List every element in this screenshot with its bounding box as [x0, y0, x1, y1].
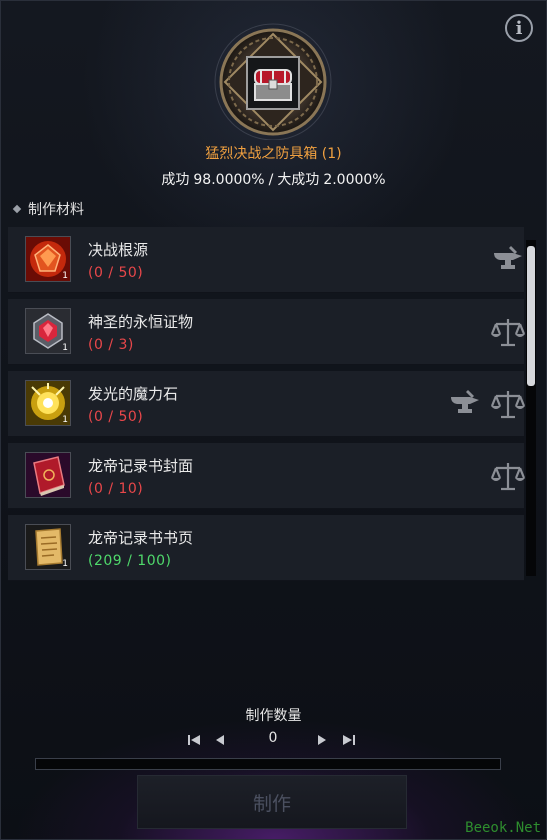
material-quantity: (0 / 50)	[88, 409, 144, 425]
stack-count: 1	[62, 415, 68, 425]
material-name: 神圣的永恒证物	[88, 313, 194, 331]
scale-icon[interactable]	[491, 387, 525, 421]
craft-progress-bar	[35, 758, 501, 770]
red-crystal-icon[interactable]: 1	[25, 236, 71, 282]
material-quantity: (0 / 50)	[88, 265, 144, 281]
material-name: 发光的魔力石	[88, 385, 179, 403]
success-rate: 成功 98.0000% / 大成功 2.0000%	[0, 169, 547, 189]
great-success-rate-value: 2.0000%	[323, 172, 386, 188]
great-success-label: 大成功	[277, 172, 320, 188]
anvil-icon[interactable]	[448, 387, 482, 421]
item-emblem	[214, 23, 332, 140]
material-name: 龙帝记录书封面	[88, 457, 194, 475]
material-quantity: (0 / 10)	[88, 481, 144, 497]
increase-icon[interactable]	[314, 732, 330, 748]
skip-to-min-icon[interactable]	[186, 732, 202, 748]
craft-quantity-label: 制作数量	[245, 708, 302, 724]
material-name: 决战根源	[88, 241, 149, 259]
scale-icon[interactable]	[491, 459, 525, 493]
info-icon[interactable]: i	[505, 14, 533, 42]
materials-list: 1 决战根源 (0 / 50) 1 神圣的永恒证物 (0 / 3) 1 发光的魔…	[8, 227, 525, 587]
material-row-2[interactable]: 1 神圣的永恒证物 (0 / 3)	[8, 299, 525, 365]
stack-count: 1	[62, 271, 68, 281]
material-row-3[interactable]: 1 发光的魔力石 (0 / 50)	[8, 371, 525, 437]
item-name: 猛烈决战之防具箱 (1)	[205, 146, 342, 162]
ruby-gem-icon[interactable]: 1	[25, 308, 71, 354]
materials-title: 制作材料	[28, 202, 84, 218]
craft-button[interactable]: 制作	[137, 775, 407, 829]
watermark: Beeok.Net	[465, 820, 541, 836]
glowing-stone-icon[interactable]: 1	[25, 380, 71, 426]
rate-separator: /	[268, 172, 274, 188]
materials-section-title: 制作材料	[12, 199, 84, 219]
scrollbar-thumb[interactable]	[527, 246, 535, 386]
skip-to-max-icon[interactable]	[341, 732, 357, 748]
material-quantity: (0 / 3)	[88, 337, 134, 353]
decrease-icon[interactable]	[212, 732, 228, 748]
quantity-stepper: 0	[186, 730, 361, 750]
treasure-chest-icon	[254, 69, 292, 101]
scroll-page-icon[interactable]: 1	[25, 524, 71, 570]
anvil-icon[interactable]	[491, 243, 525, 277]
success-rate-value: 98.0000%	[193, 172, 265, 188]
stack-count: 1	[62, 343, 68, 353]
materials-scrollbar[interactable]	[526, 240, 536, 576]
material-row-5[interactable]: 1 龙帝记录书书页 (209 / 100)	[8, 515, 524, 581]
red-book-icon[interactable]	[25, 452, 71, 498]
material-row-1[interactable]: 1 决战根源 (0 / 50)	[8, 227, 524, 293]
diamond-bullet-icon	[12, 204, 22, 214]
quantity-value[interactable]: 0	[248, 730, 298, 746]
material-row-4[interactable]: 龙帝记录书封面 (0 / 10)	[8, 443, 525, 509]
stack-count: 1	[62, 559, 68, 569]
material-quantity: (209 / 100)	[88, 553, 172, 569]
scale-icon[interactable]	[491, 315, 525, 349]
success-label: 成功	[161, 172, 190, 188]
material-name: 龙帝记录书书页	[88, 529, 194, 547]
